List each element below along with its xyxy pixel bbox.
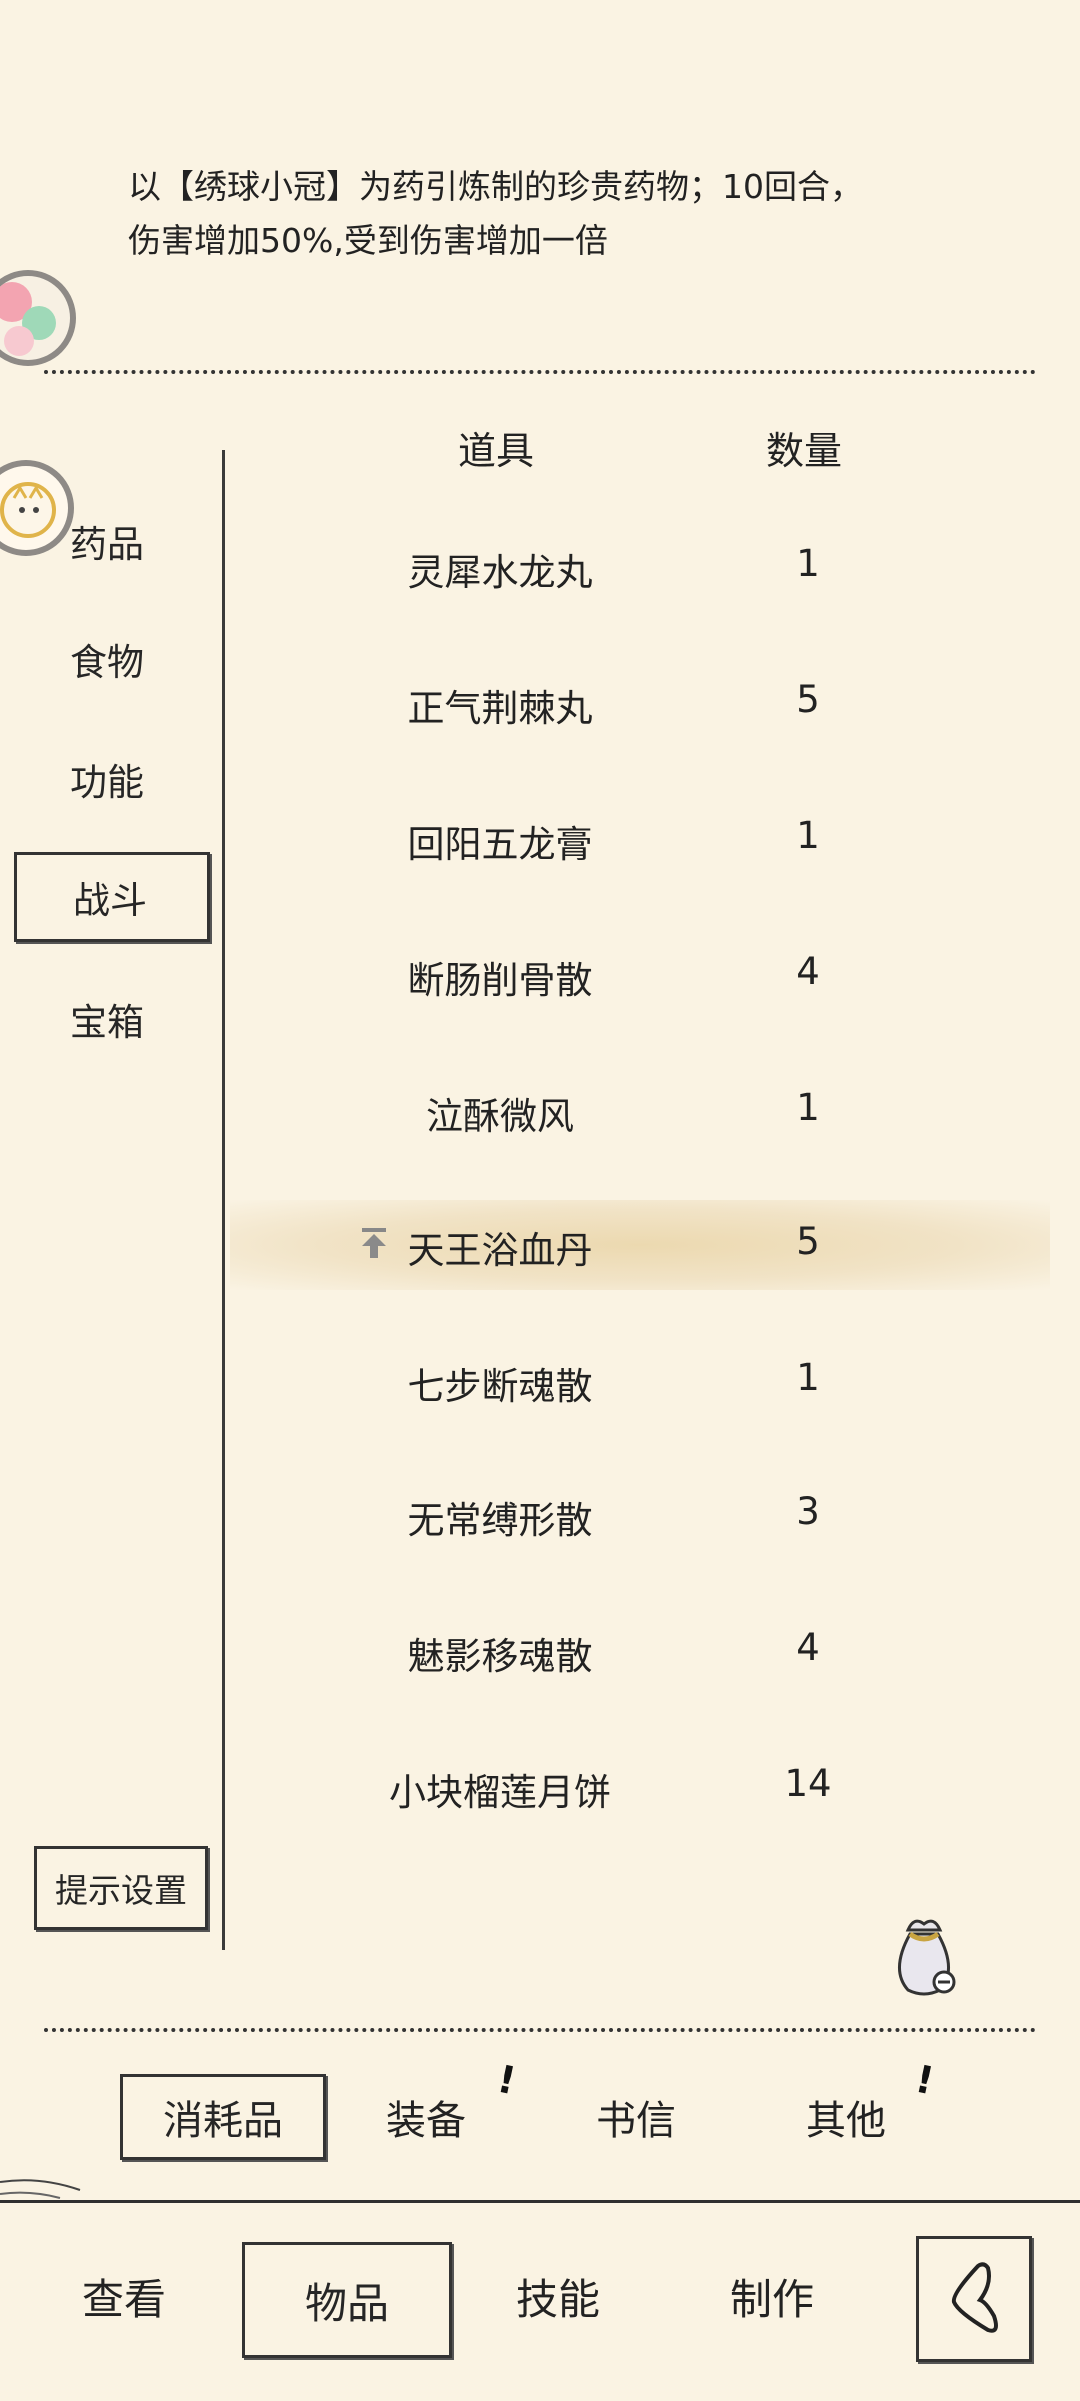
item-quantity: 1 — [796, 814, 820, 857]
description-line-2: 伤害增加50%,受到伤害增加一倍 — [128, 221, 608, 260]
item-quantity: 5 — [796, 678, 820, 721]
divider-top — [44, 370, 1036, 374]
divider-bottom — [44, 2028, 1036, 2032]
header-item: 道具 — [458, 429, 535, 473]
item-name: 无常缚形散 — [407, 1499, 593, 1542]
item-quantity: 5 — [796, 1220, 820, 1263]
nav-craft[interactable]: 制作 — [730, 2266, 814, 2327]
bottom-frame-line — [0, 2200, 1080, 2203]
item-quantity: 4 — [796, 1626, 820, 1669]
sidebar-divider — [222, 450, 225, 1950]
category-function[interactable]: 功能 — [14, 734, 210, 824]
nav-items[interactable]: 物品 — [242, 2242, 452, 2358]
hint-settings-button[interactable]: 提示设置 — [34, 1846, 208, 1930]
tab-others[interactable]: 其他 — [806, 2088, 886, 2146]
nav-view[interactable]: 查看 — [82, 2266, 166, 2327]
colorful-orb-icon[interactable] — [0, 270, 76, 366]
tab-letters[interactable]: 书信 — [596, 2088, 676, 2146]
item-description: 以【绣球小冠】为药引炼制的珍贵药物；10回合， 伤害增加50%,受到伤害增加一倍 — [128, 160, 1008, 268]
item-name: 小块榴莲月饼 — [389, 1771, 611, 1814]
item-name: 灵犀水龙丸 — [407, 551, 593, 594]
category-battle[interactable]: 战斗 — [14, 852, 210, 942]
category-treasure[interactable]: 宝箱 — [14, 974, 210, 1064]
item-quantity: 4 — [796, 950, 820, 993]
tab-equipment[interactable]: 装备 — [386, 2088, 466, 2146]
header-quantity: 数量 — [766, 429, 843, 473]
category-medicine[interactable]: 药品 — [14, 496, 210, 586]
money-bag-icon[interactable] — [884, 1910, 964, 2000]
scroll-curl-icon — [0, 2179, 81, 2199]
tab-consumables[interactable]: 消耗品 — [120, 2074, 326, 2160]
back-button[interactable] — [916, 2236, 1032, 2362]
item-name: 泣酥微风 — [426, 1095, 574, 1138]
back-arrow-icon — [951, 2262, 998, 2333]
equipment-alert-icon: ! — [493, 2056, 520, 2104]
item-quantity: 3 — [796, 1490, 820, 1533]
item-name: 七步断魂散 — [407, 1365, 593, 1408]
description-line-1: 以【绣球小冠】为药引炼制的珍贵药物；10回合， — [128, 167, 863, 206]
item-name: 正气荆棘丸 — [407, 687, 593, 730]
category-food[interactable]: 食物 — [14, 614, 210, 704]
item-quantity: 1 — [796, 1356, 820, 1399]
nav-skills[interactable]: 技能 — [516, 2266, 600, 2327]
item-name: 断肠削骨散 — [407, 959, 593, 1002]
item-name: 天王浴血丹 — [407, 1229, 593, 1272]
item-name: 回阳五龙膏 — [407, 823, 593, 866]
others-alert-icon: ! — [911, 2056, 938, 2104]
item-quantity: 14 — [784, 1762, 832, 1805]
item-quantity: 1 — [796, 1086, 820, 1129]
item-name: 魅影移魂散 — [407, 1635, 593, 1678]
item-quantity: 1 — [796, 542, 820, 585]
